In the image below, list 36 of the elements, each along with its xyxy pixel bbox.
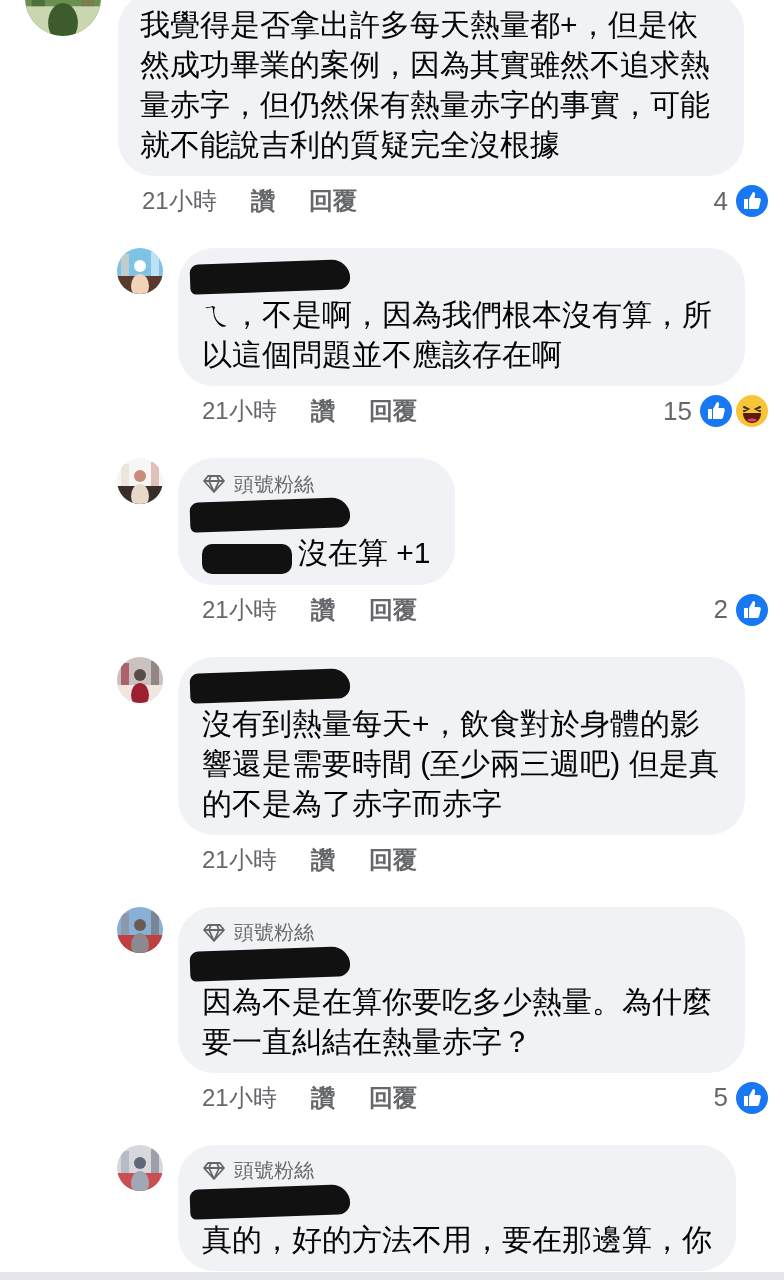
diamond-icon [202, 1160, 226, 1181]
like-icon [700, 395, 732, 427]
reaction-count: 4 [713, 185, 728, 217]
laughing-emoji-icon [736, 395, 768, 427]
fan-label: 頭號粉絲 [234, 471, 314, 497]
timestamp: 21小時 [202, 594, 277, 625]
like-link[interactable]: 讚 [310, 395, 335, 427]
comment-text: 我覺得是否拿出許多每天熱量都+，但是依然成功畢業的案例，因為其實雖然不追求熱量赤字，但仍然保有熱量赤字的事實，可能就不能說吉利的質疑完全沒根據 [140, 8, 710, 161]
timestamp: 21小時 [202, 396, 277, 426]
reply-link[interactable]: 回覆 [308, 185, 357, 217]
like-link[interactable]: 讚 [310, 593, 335, 626]
like-icon [736, 1081, 768, 1114]
comment-text: 真的，好的方法不用，要在那邊算，你 [202, 1222, 712, 1256]
reaction-count: 2 [713, 594, 728, 626]
reply-link[interactable]: 回覆 [368, 843, 417, 876]
like-icon [736, 593, 768, 626]
diamond-icon [202, 922, 226, 943]
timestamp: 21小時 [142, 186, 217, 216]
timestamp: 21小時 [202, 1082, 277, 1113]
comment-text: 沒在算 +1 [298, 536, 431, 569]
reply-link[interactable]: 回覆 [368, 395, 417, 427]
reply-link[interactable]: 回覆 [368, 1081, 417, 1114]
comment-text: ㄟ，不是啊，因為我們根本沒有算，所以這個問題並不應該存在啊 [202, 298, 712, 371]
reply-link[interactable]: 回覆 [368, 593, 417, 626]
like-link[interactable]: 讚 [310, 1081, 335, 1114]
comment-text: 沒有到熱量每天+，飲食對於身體的影響還是需要時間 (至少兩三週吧) 但是真的不是為了赤字而赤字 [202, 706, 719, 820]
reaction-count: 15 [663, 395, 692, 427]
reaction-count: 5 [713, 1082, 728, 1114]
diamond-icon [202, 474, 226, 494]
fan-label: 頭號粉絲 [234, 1158, 314, 1184]
fan-label: 頭號粉絲 [234, 920, 314, 946]
like-link[interactable]: 讚 [310, 843, 335, 876]
like-icon [736, 185, 768, 217]
like-link[interactable]: 讚 [250, 185, 275, 217]
comment-text: 因為不是在算你要吃多少熱量。為什麼要一直糾結在熱量赤字？ [202, 984, 712, 1058]
timestamp: 21小時 [202, 844, 277, 875]
